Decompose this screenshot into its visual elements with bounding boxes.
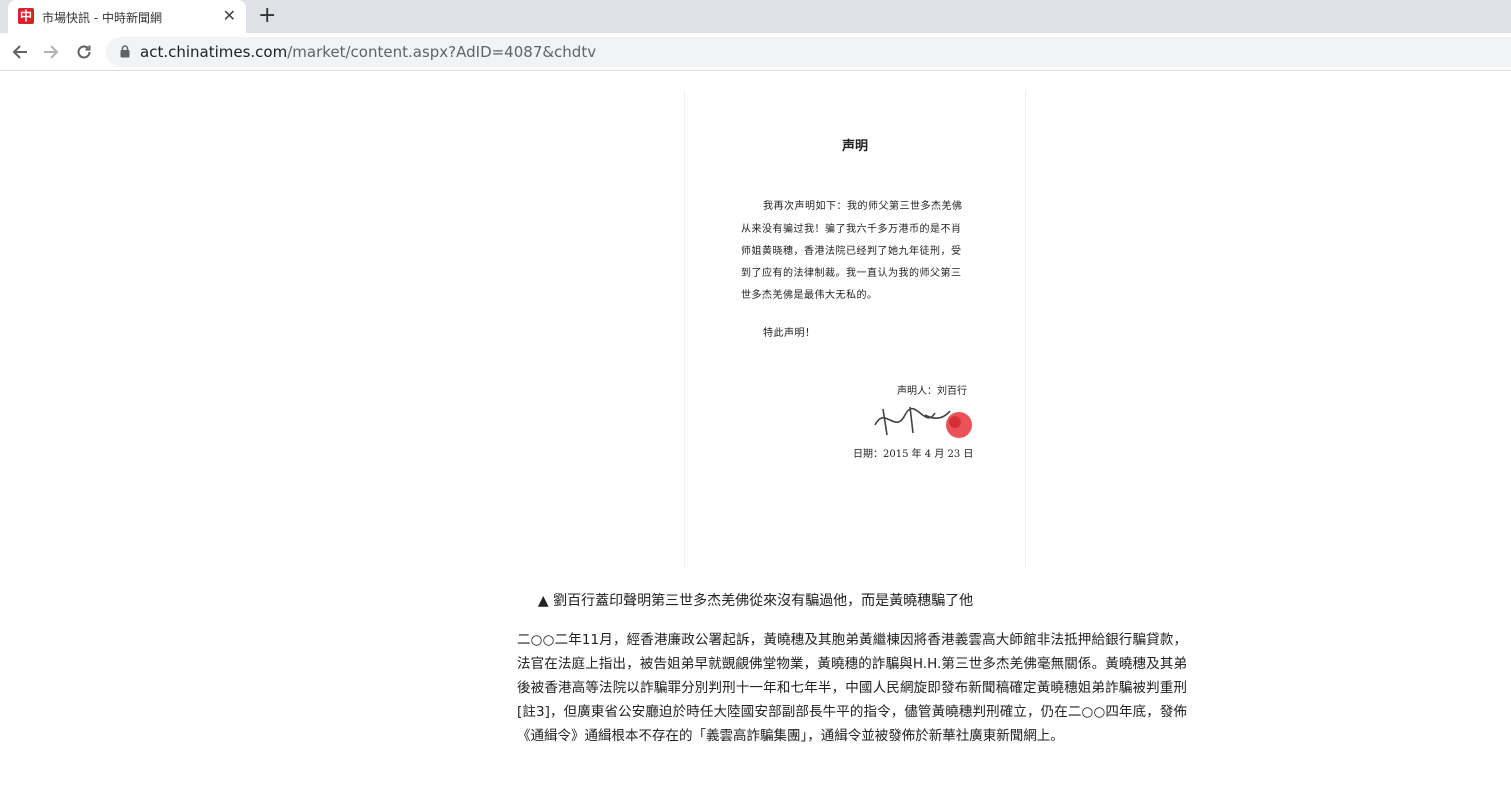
browser-tab[interactable]: 中 市場快訊 - 中時新聞網 ✕ [8,0,246,33]
site-favicon-icon: 中 [18,8,34,24]
signature-seal-icon [874,406,972,438]
url-text[interactable]: act.chinatimes.com/market/content.aspx?A… [140,43,596,61]
browser-toolbar: act.chinatimes.com/market/content.aspx?A… [0,33,1511,71]
tab-title: 市場快訊 - 中時新聞網 [42,11,162,25]
statement-date: 日期：2015 年 4 月 23 日 [853,449,974,460]
statement-image: 声明 我再次声明如下：我的师父第三世多杰羌佛 从来没有骗过我！骗了我六千多万港币… [684,90,1026,568]
image-caption: ▲ 劉百行蓋印聲明第三世多杰羌佛從來沒有騙過他，而是黃曉穗騙了他 [537,593,974,609]
tab-bar: 中 市場快訊 - 中時新聞網 ✕ + [0,0,1511,33]
statement-line: 世多杰羌佛是最伟大无私的。 [741,290,878,301]
plus-icon[interactable]: + [258,4,276,28]
statement-title: 声明 [841,139,868,154]
reload-icon[interactable] [71,39,97,65]
article-body: 二○○二年11月，經香港廉政公署起訴，黃曉穗及其胞弟黃繼棟因將香港義雲高大師館非… [517,628,1187,748]
statement-line: 我再次声明如下：我的师父第三世多杰羌佛 [763,201,963,212]
article-paragraph: 二○○二年11月，經香港廉政公署起訴，黃曉穗及其胞弟黃繼棟因將香港義雲高大師館非… [517,632,1187,744]
statement-line: 特此声明！ [763,328,816,339]
lock-icon [120,45,130,58]
arrow-right-icon[interactable] [38,39,64,65]
statement-line: 师姐黄晓穗，香港法院已经判了她九年徒刑，受 [741,246,962,257]
url-path: /market/content.aspx?AdID=4087&chdtv [287,43,597,61]
url-host: act.chinatimes.com [140,43,288,61]
statement-line: 从来没有骗过我！骗了我六千多万港币的是不肖 [741,224,962,235]
close-icon[interactable]: ✕ [223,6,236,26]
address-bar[interactable]: act.chinatimes.com/market/content.aspx?A… [106,37,1511,67]
arrow-left-icon[interactable] [7,39,33,65]
statement-line: 到了应有的法律制裁。我一直认为我的师父第三 [741,268,962,279]
